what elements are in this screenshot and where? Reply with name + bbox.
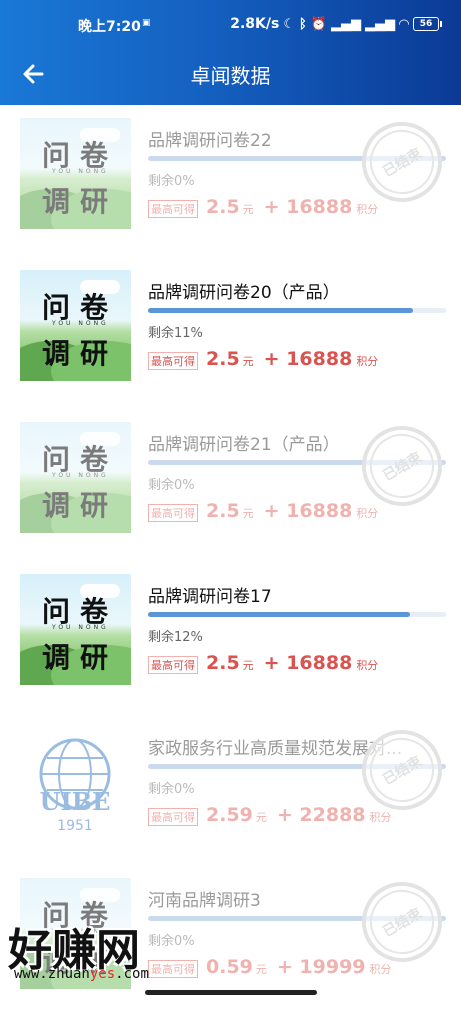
remaining-text: 剩余11% (148, 326, 203, 341)
network-speed: 2.8K/s (230, 16, 280, 32)
survey-title[interactable]: 品牌调研问卷20（产品） (148, 278, 438, 303)
thumb-subtext: YOU NONG (52, 624, 109, 631)
reward-amount: 2.5 (206, 500, 240, 522)
reward-points: + 16888 (263, 500, 353, 522)
reward-points: + 22888 (276, 804, 366, 826)
reward-points: + 16888 (263, 196, 353, 218)
currency-unit: 元 (242, 507, 254, 520)
reward-amount: 2.59 (206, 804, 253, 826)
remaining-text: 剩余0% (148, 782, 195, 797)
ended-stamp-text: 已结束 (380, 905, 425, 941)
ended-stamp-text: 已结束 (380, 753, 425, 789)
points-unit: 积分 (369, 811, 392, 824)
thumb-subtext: YOU NONG (52, 472, 109, 479)
bluetooth-icon: ᛒ (299, 16, 307, 32)
wifi-icon: ◠ (399, 16, 409, 32)
status-time: 晚上7:20 (78, 19, 141, 35)
remaining-text: 剩余0% (148, 478, 195, 493)
thumb-text-line2: 调研 (42, 641, 119, 674)
thumb-text-line2: 调研 (42, 185, 119, 218)
reward-row: 最高可得 2.59 元 + 22888 积分 (148, 804, 392, 826)
reward-points: + 16888 (263, 348, 353, 370)
survey-thumbnail: 问卷 YOU NONG 调研 (20, 270, 131, 381)
progress-fill (148, 612, 411, 617)
max-earn-label: 最高可得 (148, 352, 198, 370)
remaining-text: 剩余0% (148, 174, 195, 189)
thumb-text-line2: 调研 (42, 489, 119, 522)
reward-amount: 2.5 (206, 652, 240, 674)
moon-icon: ☾ (283, 16, 295, 32)
points-unit: 积分 (356, 355, 379, 368)
points-unit: 积分 (369, 963, 392, 976)
uibe-logo: UIBE 1951 (20, 726, 131, 837)
watermark-url: www.zhuanyes.com (14, 966, 149, 982)
status-bar: 晚上7:20 ▣ 2.8K/s ☾ ᛒ ⏰ ▂▄▆ ▂▄▆ ◠ 56 (0, 14, 461, 38)
signal-icon-2: ▂▄▆ (365, 16, 395, 32)
points-unit: 积分 (356, 507, 379, 520)
max-earn-label: 最高可得 (148, 656, 198, 674)
site-watermark: 好赚网 www.zhuanyes.com (0, 920, 200, 990)
max-earn-label: 最高可得 (148, 200, 198, 218)
reward-points: + 16888 (263, 652, 353, 674)
uibe-text: UIBE (40, 787, 111, 816)
progress-fill (148, 308, 414, 313)
points-unit: 积分 (356, 203, 379, 216)
currency-unit: 元 (255, 963, 267, 976)
points-unit: 积分 (356, 659, 379, 672)
ended-stamp-text: 已结束 (380, 145, 425, 181)
reward-row: 最高可得 2.5 元 + 16888 积分 (148, 196, 378, 218)
max-earn-label: 最高可得 (148, 808, 198, 826)
survey-thumbnail: 问卷 YOU NONG 调研 (20, 118, 131, 229)
survey-item[interactable]: 问卷 YOU NONG 调研 品牌调研问卷20（产品） 剩余11% 最高可得 2… (0, 270, 461, 422)
reward-points: + 19999 (276, 956, 366, 978)
uibe-year: 1951 (57, 818, 93, 834)
survey-item[interactable]: UIBE 1951 家政服务行业高质量规范发展对... 剩余0% 最高可得 2.… (0, 715, 461, 878)
status-right: 2.8K/s ☾ ᛒ ⏰ ▂▄▆ ▂▄▆ ◠ 56 (230, 16, 442, 32)
survey-item[interactable]: 问卷 YOU NONG 调研 品牌调研问卷17 剩余12% 最高可得 2.5 元… (0, 574, 461, 726)
reward-amount: 2.5 (206, 348, 240, 370)
progress-bar (148, 612, 446, 617)
progress-bar (148, 308, 446, 313)
thumb-text-line2: 调研 (42, 337, 119, 370)
max-earn-label: 最高可得 (148, 504, 198, 522)
reward-row: 最高可得 2.5 元 + 16888 积分 (148, 652, 378, 674)
survey-item[interactable]: 问卷 YOU NONG 调研 品牌调研问卷21（产品） 剩余0% 最高可得 2.… (0, 411, 461, 574)
thumb-subtext: YOU NONG (52, 320, 109, 327)
battery-icon: 56 (413, 17, 442, 31)
survey-thumbnail: 问卷 YOU NONG 调研 (20, 422, 131, 533)
currency-unit: 元 (242, 659, 254, 672)
survey-title[interactable]: 品牌调研问卷17 (148, 582, 438, 607)
currency-unit: 元 (242, 203, 254, 216)
reward-row: 最高可得 2.5 元 + 16888 积分 (148, 500, 378, 522)
survey-item[interactable]: 问卷 YOU NONG 调研 品牌调研问卷22 剩余0% 最高可得 2.5 元 … (0, 107, 461, 270)
thumb-subtext: YOU NONG (52, 168, 109, 175)
page-title: 卓闻数据 (190, 64, 271, 88)
reward-amount: 2.5 (206, 196, 240, 218)
reward-row: 最高可得 2.5 元 + 16888 积分 (148, 348, 378, 370)
ended-stamp-text: 已结束 (380, 449, 425, 485)
app-header: 晚上7:20 ▣ 2.8K/s ☾ ᛒ ⏰ ▂▄▆ ▂▄▆ ◠ 56 卓闻数据 (0, 0, 461, 105)
currency-unit: 元 (242, 355, 254, 368)
home-indicator[interactable] (145, 990, 317, 995)
remaining-text: 剩余12% (148, 630, 203, 645)
sim-icon: ▣ (142, 18, 151, 28)
alarm-icon: ⏰ (310, 16, 327, 32)
signal-icon: ▂▄▆ (331, 16, 361, 32)
survey-thumbnail: 问卷 YOU NONG 调研 (20, 574, 131, 685)
reward-amount: 0.59 (206, 956, 253, 978)
currency-unit: 元 (255, 811, 267, 824)
